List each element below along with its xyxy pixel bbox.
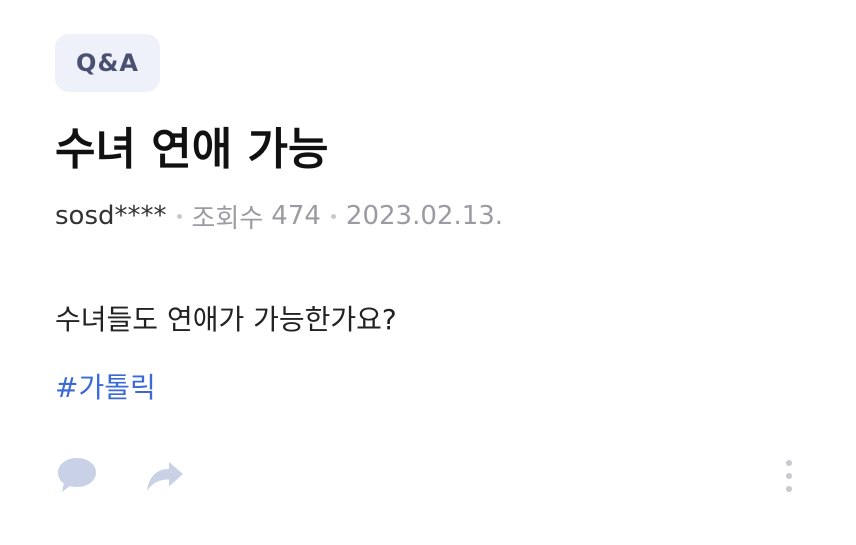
qna-post: Q&A 수녀 연애 가능 sosd**** 조회수 474 2023.02.13… bbox=[0, 0, 856, 545]
comment-bubble-icon bbox=[58, 458, 96, 492]
share-arrow-icon bbox=[147, 462, 183, 491]
author-name[interactable]: sosd**** bbox=[55, 201, 167, 231]
post-body: 수녀들도 연애가 가능한가요? bbox=[55, 303, 397, 336]
share-button[interactable] bbox=[140, 456, 190, 498]
hashtag-link[interactable]: #가톨릭 bbox=[55, 368, 156, 408]
category-badge[interactable]: Q&A bbox=[55, 34, 160, 92]
more-options-button[interactable] bbox=[772, 452, 806, 500]
meta-separator bbox=[330, 213, 336, 219]
comment-button[interactable] bbox=[52, 452, 102, 498]
meta-separator bbox=[176, 213, 182, 219]
post-date: 2023.02.13. bbox=[345, 201, 504, 231]
views-count: 474 bbox=[271, 201, 321, 231]
views-label: 조회수 bbox=[191, 203, 264, 234]
post-title: 수녀 연애 가능 bbox=[55, 124, 329, 175]
more-vertical-icon bbox=[786, 460, 792, 492]
post-meta: sosd**** 조회수 474 2023.02.13. bbox=[55, 196, 503, 236]
